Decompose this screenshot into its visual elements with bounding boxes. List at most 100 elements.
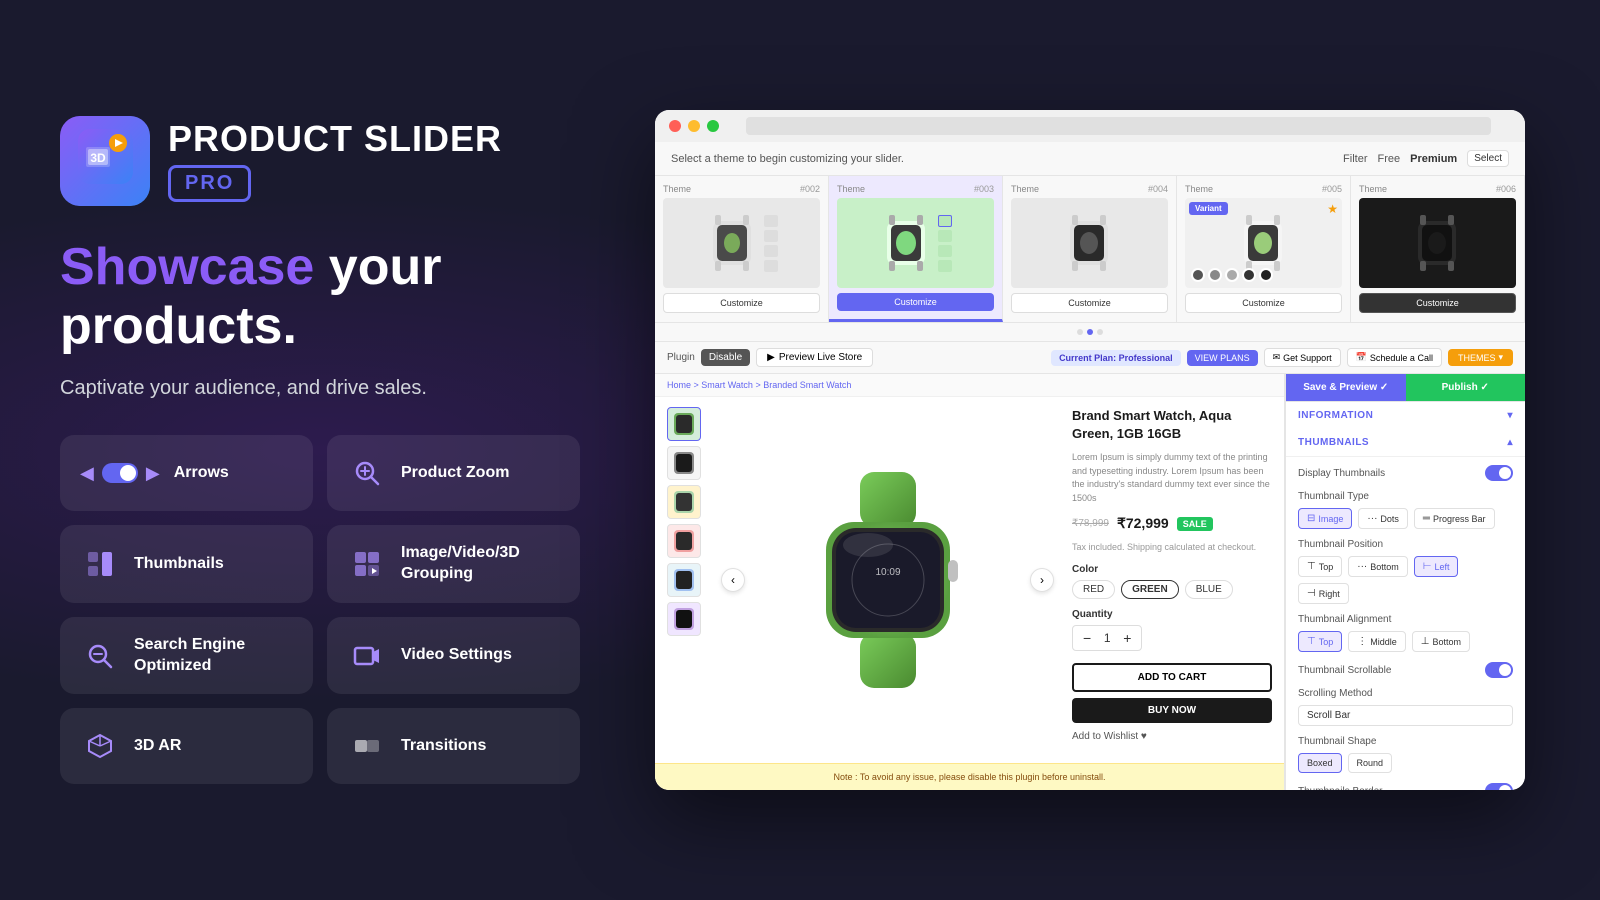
theme-card-004[interactable]: Theme #004 Cus: [1003, 176, 1177, 322]
thumbnail-3[interactable]: [667, 485, 701, 519]
align-top[interactable]: ⊤ Top: [1298, 631, 1342, 652]
view-plans-button[interactable]: VIEW PLANS: [1187, 350, 1258, 366]
theme-card-006-header: Theme #006: [1359, 184, 1516, 194]
color-red[interactable]: RED: [1072, 580, 1115, 599]
buy-now-button[interactable]: BUY NOW: [1072, 698, 1272, 723]
theme-006-watch-svg: [1410, 211, 1465, 276]
publish-button[interactable]: Publish ✓: [1406, 374, 1526, 401]
theme-003-watch-svg: [879, 211, 934, 276]
quantity-control: − 1 +: [1072, 625, 1142, 651]
color-blue[interactable]: BLUE: [1185, 580, 1233, 599]
thumbs-chevron-icon: ▴: [1507, 437, 1513, 448]
next-arrow[interactable]: ›: [1030, 568, 1054, 592]
free-link[interactable]: Free: [1378, 153, 1401, 165]
window-close-dot[interactable]: [669, 120, 681, 132]
feature-seo[interactable]: Search Engine Optimized: [60, 617, 313, 695]
feature-arrows[interactable]: ◀ ▶ Arrows: [60, 435, 313, 511]
hero-title: Showcase your products.: [60, 238, 580, 358]
shape-options: Boxed Round: [1298, 753, 1513, 773]
feature-product-zoom[interactable]: Product Zoom: [327, 435, 580, 511]
original-price: ₹78,999: [1072, 518, 1109, 529]
qty-increase[interactable]: +: [1123, 630, 1131, 646]
quantity-section: Quantity − 1 +: [1072, 609, 1272, 651]
hero-text: Showcase your products. Captivate your a…: [60, 238, 580, 404]
shape-boxed[interactable]: Boxed: [1298, 753, 1342, 773]
dot-3[interactable]: [1097, 329, 1103, 335]
theme-006-preview: [1359, 198, 1516, 288]
align-bottom[interactable]: ⊥ Bottom: [1412, 631, 1470, 652]
grouping-label: Image/Video/3D Grouping: [401, 543, 560, 585]
arrows-toggle[interactable]: [102, 463, 138, 483]
calendar-icon: 📅: [1356, 352, 1367, 363]
main-product-image: ‹: [717, 407, 1058, 753]
pos-bottom[interactable]: ··· Bottom: [1348, 556, 1408, 577]
filter-link[interactable]: Filter: [1343, 153, 1367, 165]
scrollable-toggle[interactable]: [1485, 662, 1513, 678]
feature-video[interactable]: Video Settings: [327, 617, 580, 695]
seo-label: Search Engine Optimized: [134, 635, 293, 677]
theme-card-006[interactable]: Theme #006 Cus: [1351, 176, 1525, 322]
arrows-control: ◀ ▶: [80, 463, 160, 484]
display-thumbnails-toggle[interactable]: [1485, 465, 1513, 481]
color-options: RED GREEN BLUE: [1072, 580, 1272, 599]
thumb-watch-5: [670, 565, 698, 595]
preview-button[interactable]: ▶ Preview Live Store: [756, 348, 873, 367]
theme-card-005[interactable]: Theme #005 Variant ★: [1177, 176, 1351, 322]
app-logo: 3D: [60, 116, 150, 206]
pos-right[interactable]: ⊣ Right: [1298, 583, 1349, 604]
wishlist-link[interactable]: Add to Wishlist ♥: [1072, 731, 1272, 742]
dot-2[interactable]: [1087, 329, 1093, 335]
app-window: Select a theme to begin customizing your…: [655, 110, 1525, 790]
customize-btn-004[interactable]: Customize: [1011, 293, 1168, 313]
thumbnail-2[interactable]: [667, 446, 701, 480]
customize-btn-005[interactable]: Customize: [1185, 293, 1342, 313]
zoom-icon: [347, 453, 387, 493]
thumb-watch-3: [670, 487, 698, 517]
thumbnail-6[interactable]: [667, 602, 701, 636]
qty-decrease[interactable]: −: [1083, 630, 1091, 646]
feature-3dar[interactable]: 3D AR: [60, 708, 313, 784]
border-toggle[interactable]: [1485, 783, 1513, 790]
dot-1[interactable]: [1077, 329, 1083, 335]
window-minimize-dot[interactable]: [688, 120, 700, 132]
disable-button[interactable]: Disable: [701, 349, 750, 366]
type-dots[interactable]: ··· Dots: [1358, 508, 1408, 529]
theme-card-002[interactable]: Theme #002: [655, 176, 829, 322]
schedule-call-button[interactable]: 📅 Schedule a Call: [1347, 348, 1442, 367]
themes-button[interactable]: THEMES ▾: [1448, 349, 1513, 366]
customize-btn-006[interactable]: Customize: [1359, 293, 1516, 313]
editor-main: Home > Smart Watch > Branded Smart Watch: [655, 374, 1525, 790]
thumb-watch-4: [670, 526, 698, 556]
customize-btn-003[interactable]: Customize: [837, 293, 994, 311]
information-section-header[interactable]: INFORMATION ▾: [1286, 402, 1525, 429]
save-preview-button[interactable]: Save & Preview ✓: [1286, 374, 1406, 401]
feature-thumbnails[interactable]: Thumbnails: [60, 525, 313, 603]
thumb-watch-1: [670, 409, 698, 439]
carousel-dots: [655, 323, 1525, 342]
feature-transitions[interactable]: Transitions: [327, 708, 580, 784]
get-support-button[interactable]: ✉ Get Support: [1264, 348, 1341, 367]
thumbnail-1[interactable]: [667, 407, 701, 441]
align-middle[interactable]: ⋮ Middle: [1348, 631, 1406, 652]
thumbnails-section-header[interactable]: THUMBNAILS ▴: [1286, 429, 1525, 457]
window-maximize-dot[interactable]: [707, 120, 719, 132]
theme-select[interactable]: Select: [1467, 150, 1509, 167]
shape-round[interactable]: Round: [1348, 753, 1393, 773]
thumbnail-4[interactable]: [667, 524, 701, 558]
feature-grouping[interactable]: Image/Video/3D Grouping: [327, 525, 580, 603]
prev-arrow[interactable]: ‹: [721, 568, 745, 592]
thumbnail-shape-label: Thumbnail Shape: [1298, 736, 1513, 747]
premium-link[interactable]: Premium: [1410, 153, 1457, 165]
theme-card-005-header: Theme #005: [1185, 184, 1342, 194]
thumbnail-5[interactable]: [667, 563, 701, 597]
add-to-cart-button[interactable]: ADD TO CART: [1072, 663, 1272, 692]
scrolling-method-select[interactable]: Scroll Bar Arrows Both: [1298, 705, 1513, 726]
pos-top[interactable]: ⊤ Top: [1298, 556, 1342, 577]
type-image[interactable]: ⊟ Image: [1298, 508, 1352, 529]
settings-panel: Save & Preview ✓ Publish ✓ INFORMATION ▾…: [1285, 374, 1525, 790]
customize-btn-002[interactable]: Customize: [663, 293, 820, 313]
theme-card-003[interactable]: Theme #003: [829, 176, 1003, 322]
color-green[interactable]: GREEN: [1121, 580, 1179, 599]
type-progress[interactable]: ═ Progress Bar: [1414, 508, 1495, 529]
pos-left[interactable]: ⊢ Left: [1414, 556, 1459, 577]
